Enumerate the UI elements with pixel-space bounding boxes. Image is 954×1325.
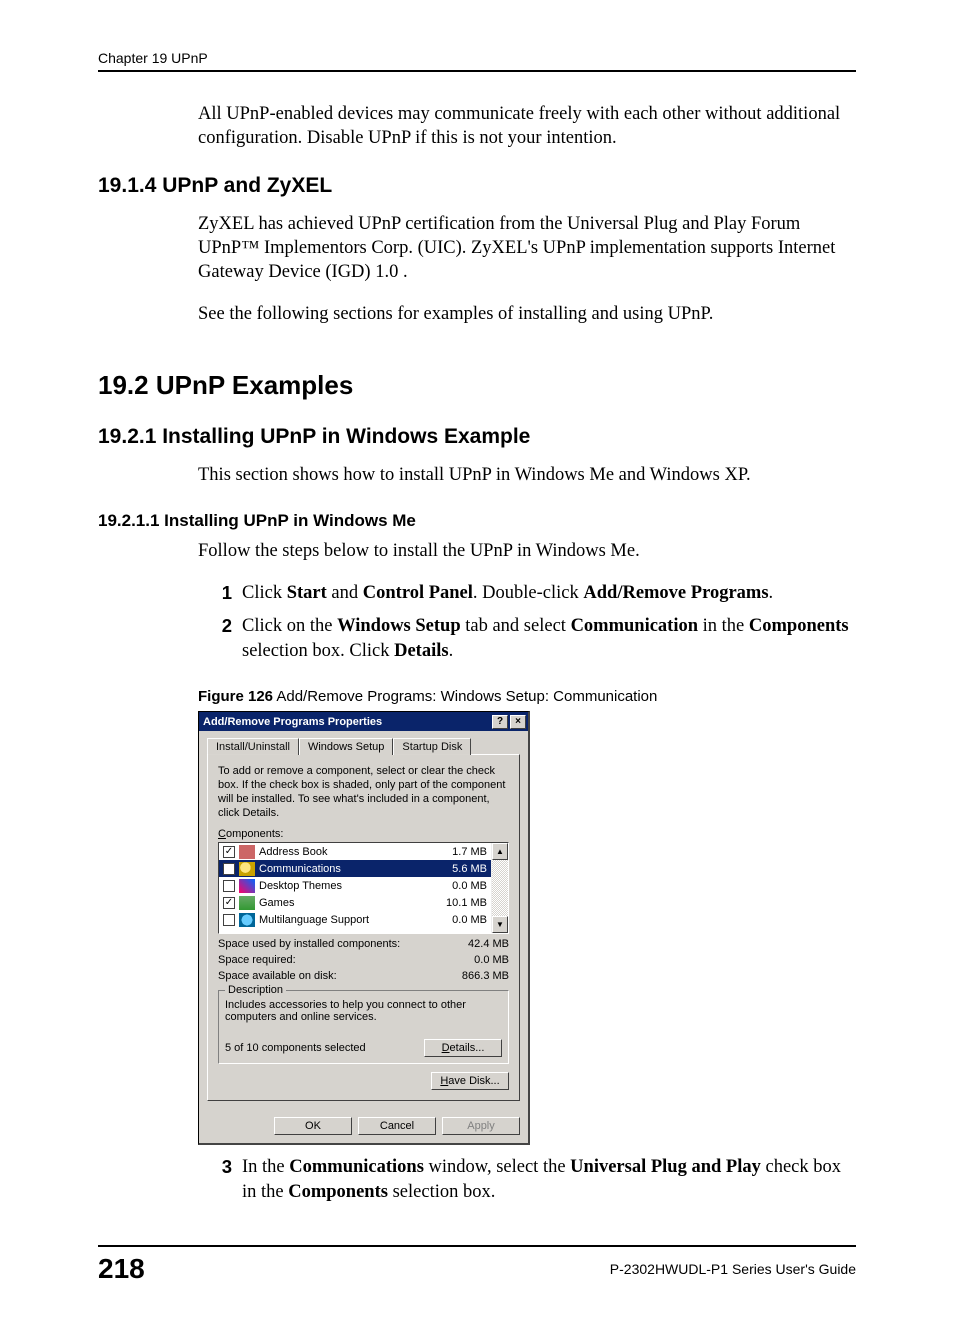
page-number: 218 xyxy=(98,1253,145,1285)
intro-paragraph: All UPnP-enabled devices may communicate… xyxy=(198,102,856,150)
para-19-2-1-1: Follow the steps below to install the UP… xyxy=(198,539,856,563)
para-19-1-4-b: See the following sections for examples … xyxy=(198,302,856,326)
heading-19-1-4: 19.1.4 UPnP and ZyXEL xyxy=(98,174,856,198)
space-available-row: Space available on disk:866.3 MB xyxy=(218,970,509,982)
page-footer: 218 P-2302HWUDL-P1 Series User's Guide xyxy=(98,1245,856,1285)
component-size: 10.1 MB xyxy=(432,897,487,909)
step-list: 1 Click Start and Control Panel. Double-… xyxy=(208,581,856,664)
component-size: 0.0 MB xyxy=(432,880,487,892)
help-icon[interactable]: ? xyxy=(492,715,508,729)
step-number: 1 xyxy=(208,581,232,606)
list-item[interactable]: Multilanguage Support0.0 MB xyxy=(219,911,491,928)
component-name: Desktop Themes xyxy=(259,880,432,892)
description-title: Description xyxy=(225,984,286,996)
dialog-footer: OK Cancel Apply xyxy=(199,1109,528,1143)
tab-strip: Install/Uninstall Windows Setup Startup … xyxy=(207,737,520,754)
component-icon xyxy=(239,862,255,876)
component-size: 0.0 MB xyxy=(432,914,487,926)
component-size: 1.7 MB xyxy=(432,846,487,858)
guide-title: P-2302HWUDL-P1 Series User's Guide xyxy=(610,1261,856,1277)
step-number: 3 xyxy=(208,1155,232,1205)
para-19-2-1: This section shows how to install UPnP i… xyxy=(198,463,856,487)
list-item[interactable]: ✓ Address Book1.7 MB xyxy=(219,843,491,860)
list-item[interactable]: ✓ Communications5.6 MB xyxy=(219,860,491,877)
heading-19-2-1: 19.2.1 Installing UPnP in Windows Exampl… xyxy=(98,425,856,449)
space-used-row: Space used by installed components:42.4 … xyxy=(218,938,509,950)
list-item[interactable]: ✓ Games10.1 MB xyxy=(219,894,491,911)
checkbox-icon[interactable]: ✓ xyxy=(223,846,235,858)
step-text: In the Communications window, select the… xyxy=(242,1155,856,1205)
checkbox-icon[interactable] xyxy=(223,914,235,926)
component-name: Communications xyxy=(259,863,432,875)
step-3: 3 In the Communications window, select t… xyxy=(208,1155,856,1205)
have-disk-button[interactable]: Have Disk... xyxy=(431,1072,509,1090)
component-name: Multilanguage Support xyxy=(259,914,432,926)
ok-button[interactable]: OK xyxy=(274,1117,352,1135)
close-icon[interactable]: × xyxy=(510,715,526,729)
checkbox-icon[interactable] xyxy=(223,880,235,892)
components-label: Components: xyxy=(218,828,509,840)
scrollbar[interactable]: ▲ ▼ xyxy=(491,843,508,933)
para-19-1-4-a: ZyXEL has achieved UPnP certification fr… xyxy=(198,212,856,284)
space-required-row: Space required:0.0 MB xyxy=(218,954,509,966)
tab-startup-disk[interactable]: Startup Disk xyxy=(393,738,471,755)
heading-19-2: 19.2 UPnP Examples xyxy=(98,370,856,401)
scroll-track[interactable] xyxy=(492,860,508,916)
apply-button[interactable]: Apply xyxy=(442,1117,520,1135)
component-icon xyxy=(239,896,255,910)
tab-windows-setup[interactable]: Windows Setup xyxy=(299,738,393,755)
scroll-up-icon[interactable]: ▲ xyxy=(492,843,508,860)
step-2: 2 Click on the Windows Setup tab and sel… xyxy=(208,614,856,664)
step-1: 1 Click Start and Control Panel. Double-… xyxy=(208,581,856,606)
instructions-text: To add or remove a component, select or … xyxy=(218,765,509,820)
add-remove-programs-dialog: Add/Remove Programs Properties ? × Insta… xyxy=(198,711,530,1145)
description-text: Includes accessories to help you connect… xyxy=(225,999,502,1027)
component-icon xyxy=(239,913,255,927)
tab-install-uninstall[interactable]: Install/Uninstall xyxy=(207,738,299,755)
step-number: 2 xyxy=(208,614,232,664)
figure-caption: Figure 126 Add/Remove Programs: Windows … xyxy=(198,688,856,705)
component-icon xyxy=(239,845,255,859)
selected-count: 5 of 10 components selected xyxy=(225,1042,366,1054)
components-listbox[interactable]: ✓ Address Book1.7 MB ✓ Communications5.6 MB… xyxy=(218,842,509,934)
checkbox-icon[interactable]: ✓ xyxy=(223,897,235,909)
tab-panel: To add or remove a component, select or … xyxy=(207,754,520,1101)
dialog-title: Add/Remove Programs Properties xyxy=(203,716,490,728)
checkbox-icon[interactable]: ✓ xyxy=(223,863,235,875)
component-name: Address Book xyxy=(259,846,432,858)
scroll-down-icon[interactable]: ▼ xyxy=(492,916,508,933)
chapter-header: Chapter 19 UPnP xyxy=(98,50,856,72)
component-name: Games xyxy=(259,897,432,909)
step-text: Click Start and Control Panel. Double-cl… xyxy=(242,581,856,606)
cancel-button[interactable]: Cancel xyxy=(358,1117,436,1135)
step-list-continued: 3 In the Communications window, select t… xyxy=(208,1155,856,1205)
details-button[interactable]: Details... xyxy=(424,1039,502,1057)
component-size: 5.6 MB xyxy=(432,863,487,875)
description-group: Description Includes accessories to help… xyxy=(218,990,509,1064)
list-item[interactable]: Desktop Themes0.0 MB xyxy=(219,877,491,894)
dialog-titlebar: Add/Remove Programs Properties ? × xyxy=(199,712,528,731)
heading-19-2-1-1: 19.2.1.1 Installing UPnP in Windows Me xyxy=(98,511,856,531)
step-text: Click on the Windows Setup tab and selec… xyxy=(242,614,856,664)
component-icon xyxy=(239,879,255,893)
